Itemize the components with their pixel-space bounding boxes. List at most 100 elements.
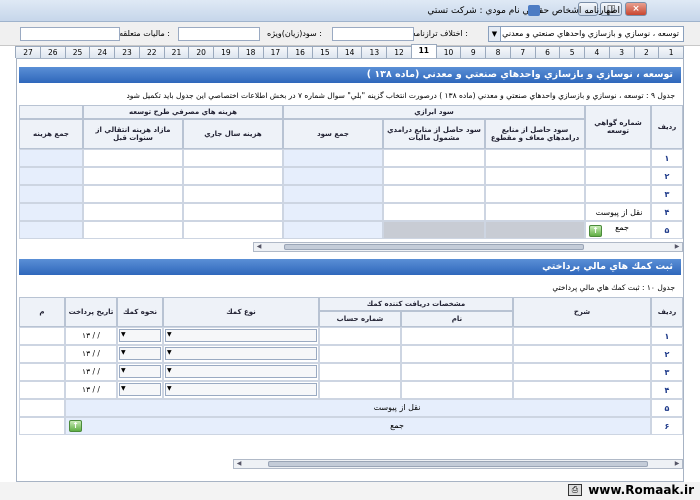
header-nahve-komak: نحوه كمك [117, 297, 163, 327]
tab-13[interactable]: 13 [361, 46, 388, 58]
table-cell[interactable] [183, 185, 283, 203]
tab-1[interactable]: 1 [658, 46, 684, 58]
header-mablagh: م [19, 297, 65, 327]
table-cell[interactable] [319, 363, 401, 381]
scroll-thumb[interactable] [284, 244, 584, 250]
date-field[interactable]: ١٣ / / [65, 367, 117, 376]
tab-7[interactable]: 7 [509, 46, 536, 58]
tab-2[interactable]: 2 [633, 46, 660, 58]
tab-9[interactable]: 9 [460, 46, 487, 58]
date-field[interactable]: ١٣ / / [65, 331, 117, 340]
close-button[interactable]: × [625, 2, 647, 16]
nahve-komak-select[interactable]: ▼ [119, 329, 161, 342]
section1-hscrollbar[interactable]: ◀ ▶ [253, 242, 683, 252]
table-cell[interactable] [513, 345, 651, 363]
table-cell[interactable] [19, 363, 65, 381]
nahve-komak-select[interactable]: ▼ [119, 383, 161, 396]
header-jam-sood: جمع سود [283, 119, 383, 149]
ekhtelaf-field[interactable] [332, 27, 414, 41]
table-cell[interactable] [19, 327, 65, 345]
noe-komak-select[interactable]: ▼ [165, 365, 317, 378]
tab-18[interactable]: 18 [237, 46, 264, 58]
tab-8[interactable]: 8 [485, 46, 511, 58]
section-dropdown[interactable]: ▼ توسعه ، نوسازي و بازسازي واحدهاي صنعتي… [488, 26, 684, 42]
table-cell[interactable] [485, 149, 585, 167]
maliat-field[interactable] [20, 27, 120, 41]
section1-title: توسعه ، نوسازي و بازسازي واحدهاي صنعتي و… [19, 67, 681, 83]
table-cell[interactable] [401, 363, 513, 381]
row-number: ۴ [651, 203, 683, 221]
table-cell[interactable] [585, 167, 651, 185]
table-cell[interactable] [401, 381, 513, 399]
table-cell[interactable] [319, 327, 401, 345]
table-cell[interactable] [83, 167, 183, 185]
table-cell[interactable] [383, 185, 485, 203]
table-cell[interactable] [283, 185, 383, 203]
tab-10[interactable]: 10 [435, 46, 462, 58]
sood-field[interactable] [178, 27, 260, 41]
tab-4[interactable]: 4 [584, 46, 610, 58]
section2-hscrollbar[interactable]: ◀ ▶ [233, 459, 683, 469]
tab-12[interactable]: 12 [386, 46, 412, 58]
tab-19[interactable]: 19 [213, 46, 239, 58]
scroll-right-icon[interactable]: ▶ [672, 243, 682, 251]
nahve-komak-select[interactable]: ▼ [119, 347, 161, 360]
table-cell[interactable] [19, 381, 65, 399]
table-cell[interactable] [19, 167, 83, 185]
table-cell[interactable] [485, 167, 585, 185]
table-cell[interactable] [585, 185, 651, 203]
add-button[interactable]: ↑ [589, 225, 602, 237]
table-cell[interactable] [513, 363, 651, 381]
table-cell[interactable] [319, 345, 401, 363]
tab-11[interactable]: 11 [410, 44, 437, 58]
table-cell[interactable] [283, 167, 383, 185]
table-cell[interactable] [283, 149, 383, 167]
tab-16[interactable]: 16 [287, 46, 313, 58]
date-field[interactable]: ١٣ / / [65, 349, 117, 358]
noe-komak-select[interactable]: ▼ [165, 347, 317, 360]
tab-17[interactable]: 17 [262, 46, 289, 58]
table-cell[interactable] [83, 185, 183, 203]
add-button[interactable]: ↑ [69, 420, 82, 432]
table-cell[interactable] [83, 149, 183, 167]
table-cell[interactable] [383, 149, 485, 167]
scroll-right-icon[interactable]: ▶ [672, 460, 682, 468]
tab-23[interactable]: 23 [114, 46, 140, 58]
table-cell[interactable] [401, 327, 513, 345]
tab-20[interactable]: 20 [188, 46, 215, 58]
table-cell[interactable] [383, 167, 485, 185]
table-cell[interactable] [401, 345, 513, 363]
noe-komak-select[interactable]: ▼ [165, 329, 317, 342]
table-cell[interactable] [513, 327, 651, 345]
table-cell [485, 203, 585, 221]
noe-komak-select[interactable]: ▼ [165, 383, 317, 396]
printer-icon[interactable]: ⎙ [568, 484, 582, 496]
tab-15[interactable]: 15 [311, 46, 338, 58]
tab-6[interactable]: 6 [534, 46, 561, 58]
table-cell[interactable] [19, 185, 83, 203]
tab-26[interactable]: 26 [39, 46, 66, 58]
table-cell[interactable] [183, 149, 283, 167]
scroll-left-icon[interactable]: ◀ [254, 243, 264, 251]
table-cell[interactable] [19, 345, 65, 363]
nahve-komak-select[interactable]: ▼ [119, 365, 161, 378]
table-cell[interactable] [183, 167, 283, 185]
tab-3[interactable]: 3 [608, 46, 635, 58]
row-number: ٢ [651, 345, 683, 363]
scroll-thumb[interactable] [268, 461, 648, 467]
tab-21[interactable]: 21 [163, 46, 190, 58]
tab-5[interactable]: 5 [559, 46, 586, 58]
scroll-left-icon[interactable]: ◀ [234, 460, 244, 468]
table-cell[interactable] [485, 185, 585, 203]
tab-27[interactable]: 27 [15, 46, 41, 58]
date-field[interactable]: ١٣ / / [65, 385, 117, 394]
tab-25[interactable]: 25 [64, 46, 91, 58]
tab-14[interactable]: 14 [336, 46, 363, 58]
chevron-down-icon: ▼ [489, 27, 501, 41]
tab-22[interactable]: 22 [138, 46, 165, 58]
table-cell[interactable] [319, 381, 401, 399]
table-cell[interactable] [19, 149, 83, 167]
table-cell[interactable] [585, 149, 651, 167]
table-cell[interactable] [513, 381, 651, 399]
tab-24[interactable]: 24 [89, 46, 116, 58]
